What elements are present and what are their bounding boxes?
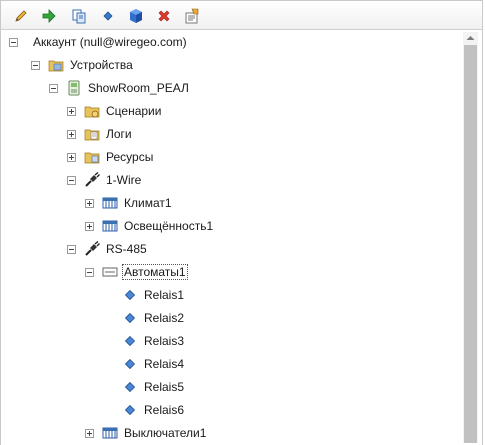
collapse-toggle[interactable] [67,175,76,185]
relais1-label[interactable]: Relais1 [142,287,186,303]
scenarios-label[interactable]: Сценарии [104,103,163,119]
tree-node-resources[interactable]: Ресурсы [67,146,155,168]
toolbar [0,0,483,30]
rs485-label[interactable]: RS-485 [104,241,149,257]
controller-device-icon [66,80,82,96]
automats1-label[interactable]: Автоматы1 [122,264,188,280]
edit-pencil-icon[interactable] [12,7,30,25]
device-tree: Аккаунт (null@wiregeo.com) Устройства Sh… [0,30,483,445]
tree-node-relais4[interactable]: Relais4 [122,353,186,375]
delete-x-icon[interactable] [155,7,173,25]
collapse-toggle[interactable] [49,83,58,93]
breaker-module-icon [102,264,118,280]
tree-node-devices[interactable]: Устройства [31,54,135,76]
tree-node-switches1[interactable]: Выключатели1 [85,422,208,444]
relay-diamond-icon [122,333,138,349]
blue-cube-icon[interactable] [127,7,145,25]
collapse-toggle[interactable] [85,267,94,277]
relay-diamond-icon [122,379,138,395]
tree-node-relais1[interactable]: Relais1 [122,284,186,306]
devices-folder-icon [48,57,64,73]
relay-diamond-icon [122,310,138,326]
scroll-thumb[interactable] [464,45,477,443]
tree-node-showroom[interactable]: ShowRoom_РЕАЛ [49,77,191,99]
tree-node-account[interactable]: Аккаунт (null@wiregeo.com) [9,31,189,53]
go-arrow-icon[interactable] [40,7,58,25]
tree-node-scenarios[interactable]: Сценарии [67,100,163,122]
tree-node-relais6[interactable]: Relais6 [122,399,186,421]
scroll-up-arrow-icon[interactable] [463,32,478,44]
climate1-label[interactable]: Климат1 [122,195,174,211]
switches1-label[interactable]: Выключатели1 [122,425,208,441]
module-grid-icon [102,425,118,441]
lighting1-label[interactable]: Освещённость1 [122,218,215,234]
showroom-label[interactable]: ShowRoom_РЕАЛ [86,80,191,96]
collapse-toggle[interactable] [67,244,76,254]
vertical-scrollbar[interactable] [463,32,478,443]
relay-diamond-icon [122,402,138,418]
copy-icon[interactable] [70,7,88,25]
relais2-label[interactable]: Relais2 [142,310,186,326]
module-grid-icon [102,195,118,211]
tree-node-relais2[interactable]: Relais2 [122,307,186,329]
logs-label[interactable]: Логи [104,126,134,142]
relais4-label[interactable]: Relais4 [142,356,186,372]
expand-toggle[interactable] [67,152,76,162]
expand-toggle[interactable] [67,106,76,116]
expand-toggle[interactable] [67,129,76,139]
blue-diamond-icon[interactable] [99,7,117,25]
tree-node-automats1[interactable]: Автоматы1 [85,261,188,283]
tree-node-logs[interactable]: Логи [67,123,134,145]
collapse-toggle[interactable] [9,37,18,47]
1wire-label[interactable]: 1-Wire [104,172,143,188]
bus-plug-icon [84,172,100,188]
properties-icon[interactable] [183,7,201,25]
relais3-label[interactable]: Relais3 [142,333,186,349]
expand-toggle[interactable] [85,428,94,438]
scenarios-folder-icon [84,103,100,119]
logs-folder-icon [84,126,100,142]
tree-node-lighting1[interactable]: Освещённость1 [85,215,215,237]
expand-toggle[interactable] [85,198,94,208]
account-label[interactable]: Аккаунт (null@wiregeo.com) [31,34,189,50]
module-grid-icon [102,218,118,234]
relais5-label[interactable]: Relais5 [142,379,186,395]
resources-folder-icon [84,149,100,165]
tree-node-relais3[interactable]: Relais3 [122,330,186,352]
expand-toggle[interactable] [85,221,94,231]
resources-label[interactable]: Ресурсы [104,149,155,165]
relay-diamond-icon [122,287,138,303]
tree-node-relais5[interactable]: Relais5 [122,376,186,398]
bus-plug-icon [84,241,100,257]
relais6-label[interactable]: Relais6 [142,402,186,418]
tree-node-1wire[interactable]: 1-Wire [67,169,143,191]
tree-node-rs485[interactable]: RS-485 [67,238,149,260]
relay-diamond-icon [122,356,138,372]
devices-label[interactable]: Устройства [68,57,135,73]
tree-node-climate1[interactable]: Климат1 [85,192,174,214]
collapse-toggle[interactable] [31,60,40,70]
